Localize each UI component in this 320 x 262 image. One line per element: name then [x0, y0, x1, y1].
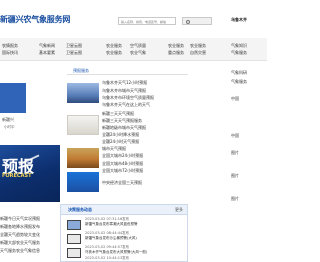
nav-item[interactable]: 农情报务: [2, 43, 18, 49]
right-link[interactable]: 中国: [231, 133, 239, 139]
nav-item[interactable]: 卫星云图: [66, 50, 82, 56]
nav-item[interactable]: 国际快讯: [2, 50, 18, 56]
banner-subtitle: FORECAST: [2, 173, 32, 179]
right-link[interactable]: 图片: [231, 196, 239, 202]
panel-title[interactable]: 决策服务动态: [68, 207, 92, 213]
right-link[interactable]: 气象科研: [231, 70, 247, 76]
left-caption: 新疆兴: [2, 117, 14, 122]
left-news-item[interactable]: 天气服务农业气象信息: [0, 248, 40, 254]
nav-item[interactable]: 重点服务: [168, 50, 184, 56]
right-link[interactable]: 图片: [231, 173, 239, 179]
forecast-thumbnail[interactable]: [67, 172, 99, 192]
forecast-thumbnail[interactable]: [67, 83, 99, 103]
search-icon: [186, 20, 190, 24]
nav-item[interactable]: 卫星云图: [66, 43, 82, 49]
forecast-link[interactable]: 全国大城市24小时预报: [102, 153, 143, 159]
forecast-link[interactable]: 新疆地级市城市天气预报: [102, 125, 146, 131]
nav-item[interactable]: 基本要素: [39, 50, 55, 56]
nav-item[interactable]: 气象服务: [231, 50, 247, 56]
decision-service-panel: 决策服务动态 更多 2023-03-02 07:31:16发布 新疆气象台发布寒…: [60, 204, 188, 262]
panel-thumbnail[interactable]: [67, 234, 81, 244]
panel-entry-link[interactable]: 新疆气象台发布沙尘暴预警(大风): [85, 236, 137, 241]
left-promo-block[interactable]: [0, 83, 26, 113]
forecast-link[interactable]: 乌鲁木齐天气12小时预报: [102, 80, 147, 86]
forecast-link[interactable]: 新疆三天天气预报: [102, 111, 134, 117]
panel-entry-link[interactable]: 乌鲁木齐气象台发布大风预警(大风一般): [85, 250, 147, 255]
forecast-link[interactable]: 新疆三天天气预报服务: [102, 118, 142, 124]
left-news-item[interactable]: 新疆各地降水预报发布: [0, 224, 40, 230]
nav-item[interactable]: 气象知识: [231, 43, 247, 49]
left-news-item[interactable]: 新疆大部农业天气服务: [0, 240, 40, 246]
forecast-link[interactable]: 全国大城市72小时预报: [102, 168, 143, 174]
forecast-thumbnail[interactable]: [67, 115, 99, 135]
search-button[interactable]: [182, 17, 212, 25]
nav-item[interactable]: 空气质量: [130, 43, 146, 49]
nav-item[interactable]: 农业气象: [130, 50, 146, 56]
forecast-link[interactable]: 全疆24小时降水预报: [102, 132, 139, 138]
nav-item[interactable]: 自然灾害: [190, 50, 206, 56]
forecast-link[interactable]: 全国大城市48小时预报: [102, 161, 143, 167]
nav-item[interactable]: 农业服务: [106, 50, 122, 56]
main-nav: 农情报务 国际快讯 气象新闻 基本要素 卫星云图 卫星云图 农业服务 农业服务 …: [0, 38, 267, 61]
panel-thumbnail[interactable]: [67, 248, 81, 258]
right-link[interactable]: 中国: [231, 96, 239, 102]
panel-thumbnail[interactable]: [67, 220, 81, 230]
left-subcaption: 小时中: [4, 125, 15, 129]
nav-item[interactable]: 农业服务: [190, 43, 206, 49]
right-link[interactable]: 图片: [231, 150, 239, 156]
left-news-item[interactable]: 全疆天气趋势较大变化: [0, 232, 40, 238]
nav-item[interactable]: 气象新闻: [39, 43, 55, 49]
right-link[interactable]: 气象服务: [231, 79, 247, 85]
forecast-link[interactable]: 全疆24小时天气预报: [102, 139, 139, 145]
search-input[interactable]: 输入名称、拼音、电话区号、邮编: [118, 17, 176, 25]
panel-entry-date: 2023-03-02 10:44:13发布: [85, 256, 130, 260]
forecast-link[interactable]: 中央经济全国三天预报: [102, 180, 142, 186]
more-link[interactable]: 更多: [175, 207, 183, 213]
panel-entry-link[interactable]: 新疆气象台发布寒潮大风蓝色预警: [85, 222, 138, 227]
site-logo[interactable]: 新疆兴农气象服务网: [0, 14, 70, 25]
left-news-item[interactable]: 新疆今日天气实况预报: [0, 216, 40, 222]
nav-item[interactable]: 农业服务: [168, 43, 184, 49]
forecast-link[interactable]: 城市天气预报: [102, 146, 126, 152]
tab-divider: [67, 74, 188, 75]
city-selector[interactable]: 乌鲁木齐: [231, 17, 247, 23]
forecast-link[interactable]: 乌鲁木齐市城市天气预报: [102, 88, 146, 94]
forecast-banner[interactable]: 预报 FORECAST: [0, 145, 60, 202]
nav-item[interactable]: 农业服务: [106, 43, 122, 49]
forecast-link[interactable]: 乌鲁木齐市环境空气质量预报: [102, 95, 154, 101]
panel-header: 决策服务动态 更多: [61, 205, 187, 215]
forecast-link[interactable]: 乌鲁木齐天气在这上的天气: [102, 102, 150, 108]
forecast-thumbnail[interactable]: [67, 148, 99, 168]
